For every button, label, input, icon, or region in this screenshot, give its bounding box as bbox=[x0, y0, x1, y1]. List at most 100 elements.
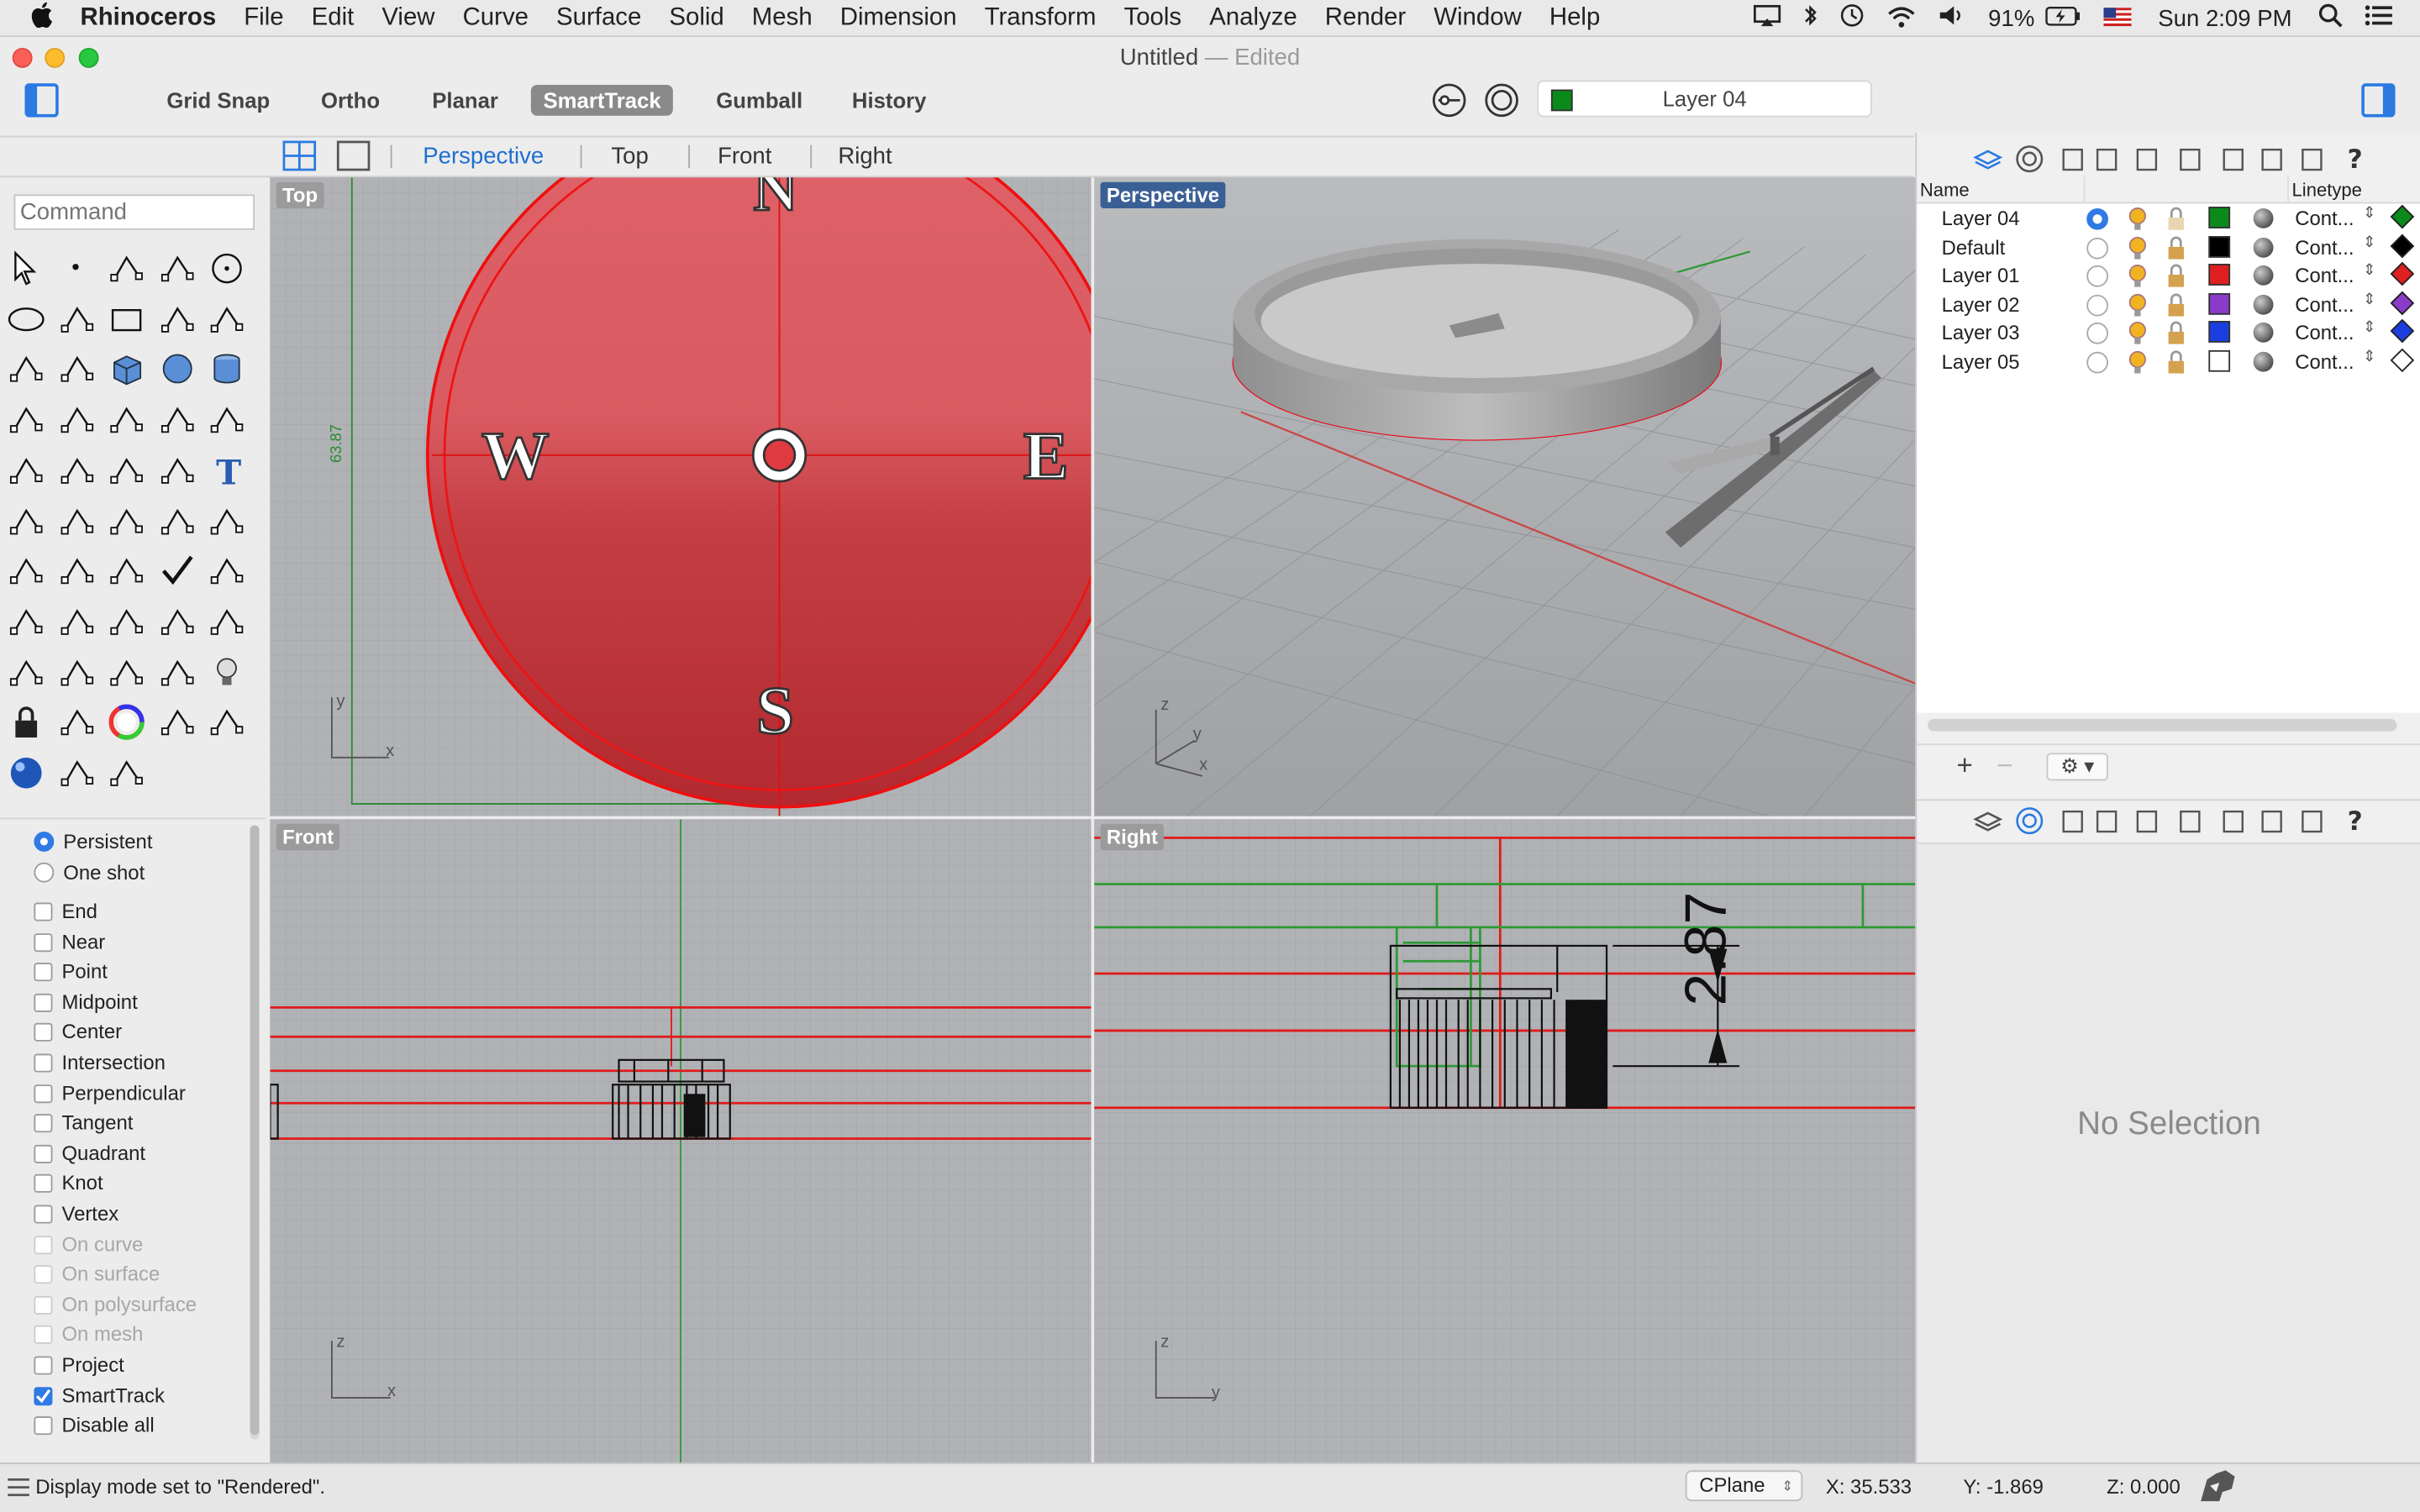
viewport-top[interactable]: N W E S 63.87 y x Top bbox=[270, 177, 1092, 816]
zoom-icon[interactable] bbox=[56, 601, 97, 642]
layer-linetype[interactable]: Cont... bbox=[2295, 264, 2354, 287]
viewport-tab-right[interactable]: Right bbox=[838, 144, 892, 170]
layer-lock-icon[interactable] bbox=[2165, 235, 2187, 265]
menu-curve[interactable]: Curve bbox=[449, 4, 542, 32]
linetype-stepper-icon[interactable]: ⇕ bbox=[2363, 348, 2375, 365]
select-arrow-icon[interactable] bbox=[6, 249, 46, 289]
layer-material-sphere-icon[interactable] bbox=[2253, 236, 2274, 257]
display-tab-icon[interactable] bbox=[2256, 806, 2287, 844]
layer-print-color-diamond[interactable] bbox=[2390, 261, 2415, 286]
osnap-project[interactable]: Project bbox=[34, 1352, 124, 1379]
menu-tools[interactable]: Tools bbox=[1110, 4, 1196, 32]
osnap-on-polysurface[interactable]: On polysurface bbox=[34, 1291, 197, 1319]
spotlight-search-icon[interactable] bbox=[2307, 3, 2354, 34]
checkbox[interactable] bbox=[34, 1416, 53, 1436]
gumball-icon[interactable] bbox=[56, 551, 97, 591]
layer-visible-bulb-icon[interactable] bbox=[2127, 292, 2149, 322]
time-machine-icon[interactable] bbox=[1829, 3, 1876, 34]
mirror-icon[interactable] bbox=[107, 551, 147, 591]
color-wheel-icon[interactable] bbox=[107, 702, 147, 743]
rhino-logo-icon[interactable] bbox=[2198, 1467, 2238, 1509]
array-icon[interactable] bbox=[56, 501, 97, 541]
checkbox[interactable] bbox=[34, 1114, 53, 1133]
layer-material-sphere-icon[interactable] bbox=[2253, 207, 2274, 228]
layer-name[interactable]: Layer 04 bbox=[1942, 207, 2020, 230]
curve-icon[interactable] bbox=[156, 249, 197, 289]
help-tab-icon[interactable]: ? bbox=[2339, 806, 2370, 844]
osnap-scrollbar[interactable] bbox=[250, 825, 260, 1440]
wireframe-sphere-icon[interactable] bbox=[207, 702, 247, 743]
rotate-view-icon[interactable] bbox=[6, 652, 46, 692]
volume-icon[interactable] bbox=[1928, 5, 1978, 33]
notification-center-icon[interactable] bbox=[2354, 5, 2420, 33]
checkbox[interactable] bbox=[34, 1235, 53, 1254]
render-plane-icon[interactable] bbox=[107, 652, 147, 692]
layer-visible-bulb-icon[interactable] bbox=[2127, 264, 2149, 293]
sphere-icon[interactable] bbox=[156, 349, 197, 390]
apple-menu-icon[interactable] bbox=[0, 1, 59, 34]
toggle-ortho[interactable]: Ortho bbox=[308, 85, 392, 116]
paint-bucket-icon[interactable] bbox=[6, 601, 46, 642]
osnap-knot[interactable]: Knot bbox=[34, 1170, 103, 1198]
layer-row[interactable]: Default Cont... ⇕ bbox=[1917, 233, 2420, 261]
toggle-history[interactable]: History bbox=[839, 85, 939, 116]
viewport-tab-top[interactable]: Top bbox=[611, 144, 648, 170]
osnap-point[interactable]: Point bbox=[34, 958, 108, 986]
osnap-toggle-icon[interactable] bbox=[1483, 81, 1520, 126]
linetype-stepper-icon[interactable]: ⇕ bbox=[2363, 234, 2375, 250]
checkbox[interactable] bbox=[34, 1265, 53, 1284]
layers-linetype-header[interactable]: Linetype bbox=[2292, 179, 2362, 201]
viewport-title-perspective[interactable]: Perspective bbox=[1100, 181, 1226, 208]
zoom-window-button[interactable] bbox=[78, 47, 99, 68]
linetype-stepper-icon[interactable]: ⇕ bbox=[2363, 262, 2375, 279]
lock-icon[interactable] bbox=[6, 702, 46, 743]
layer-linetype[interactable]: Cont... bbox=[2295, 292, 2354, 316]
layers-tab-icon[interactable] bbox=[1972, 806, 2003, 844]
current-layer-radio[interactable] bbox=[2086, 350, 2108, 373]
layer-lock-icon[interactable] bbox=[2165, 321, 2187, 350]
layer-color-swatch[interactable] bbox=[2208, 292, 2231, 314]
checkbox[interactable] bbox=[34, 932, 53, 952]
material-tab-icon[interactable] bbox=[2175, 806, 2206, 844]
checkbox[interactable] bbox=[34, 1053, 53, 1073]
fillet-curve-icon[interactable] bbox=[207, 299, 247, 339]
zoom-selected-icon[interactable] bbox=[207, 601, 247, 642]
layer-visible-bulb-icon[interactable] bbox=[2127, 349, 2149, 379]
osnap-on-curve[interactable]: On curve bbox=[34, 1231, 143, 1258]
layer-row[interactable]: Layer 03 Cont... ⇕ bbox=[1917, 318, 2420, 350]
document-tab-icon[interactable] bbox=[2057, 806, 2088, 844]
cylinder-icon[interactable] bbox=[207, 349, 247, 390]
zoom-window-icon[interactable] bbox=[107, 601, 147, 642]
split-icon[interactable] bbox=[156, 400, 197, 440]
point-icon[interactable] bbox=[56, 249, 97, 289]
polygon-icon[interactable] bbox=[156, 299, 197, 339]
layer-lock-icon[interactable] bbox=[2165, 264, 2187, 293]
osnap-mode-persistent[interactable]: Persistent bbox=[34, 828, 152, 856]
dimension-icon[interactable] bbox=[107, 753, 147, 793]
menu-file[interactable]: File bbox=[230, 4, 297, 32]
viewport-title-right[interactable]: Right bbox=[1100, 823, 1165, 851]
linetype-stepper-icon[interactable]: ⇕ bbox=[2363, 319, 2375, 336]
layer-material-sphere-icon[interactable] bbox=[2253, 322, 2274, 343]
polyline-icon[interactable] bbox=[107, 249, 147, 289]
add-layer-icon[interactable]: + bbox=[1948, 751, 1981, 780]
layer-color-swatch[interactable] bbox=[2208, 207, 2231, 228]
toggle-right-sidebar-icon[interactable] bbox=[2361, 83, 2396, 125]
osnap-midpoint[interactable]: Midpoint bbox=[34, 989, 138, 1016]
layer-linetype[interactable]: Cont... bbox=[2295, 349, 2354, 373]
toggle-left-sidebar-icon[interactable] bbox=[24, 83, 59, 125]
layer-row[interactable]: Layer 05 Cont... ⇕ bbox=[1917, 347, 2420, 375]
wifi-icon[interactable] bbox=[1876, 4, 1928, 34]
viewport-title-top[interactable]: Top bbox=[276, 181, 324, 208]
layer-name[interactable]: Default bbox=[1942, 235, 2006, 259]
trim-icon[interactable] bbox=[107, 400, 147, 440]
revolve-icon[interactable] bbox=[56, 349, 97, 390]
menu-transform[interactable]: Transform bbox=[971, 4, 1110, 32]
osnap-intersection[interactable]: Intersection bbox=[34, 1049, 166, 1077]
layer-options-gear-icon[interactable]: ⚙ ▾ bbox=[2046, 753, 2108, 781]
command-input[interactable] bbox=[13, 194, 255, 230]
rectangle-icon[interactable] bbox=[107, 299, 147, 339]
checkbox[interactable] bbox=[34, 1326, 53, 1345]
transform-icon[interactable] bbox=[156, 652, 197, 692]
bluetooth-icon[interactable] bbox=[1792, 3, 1829, 34]
